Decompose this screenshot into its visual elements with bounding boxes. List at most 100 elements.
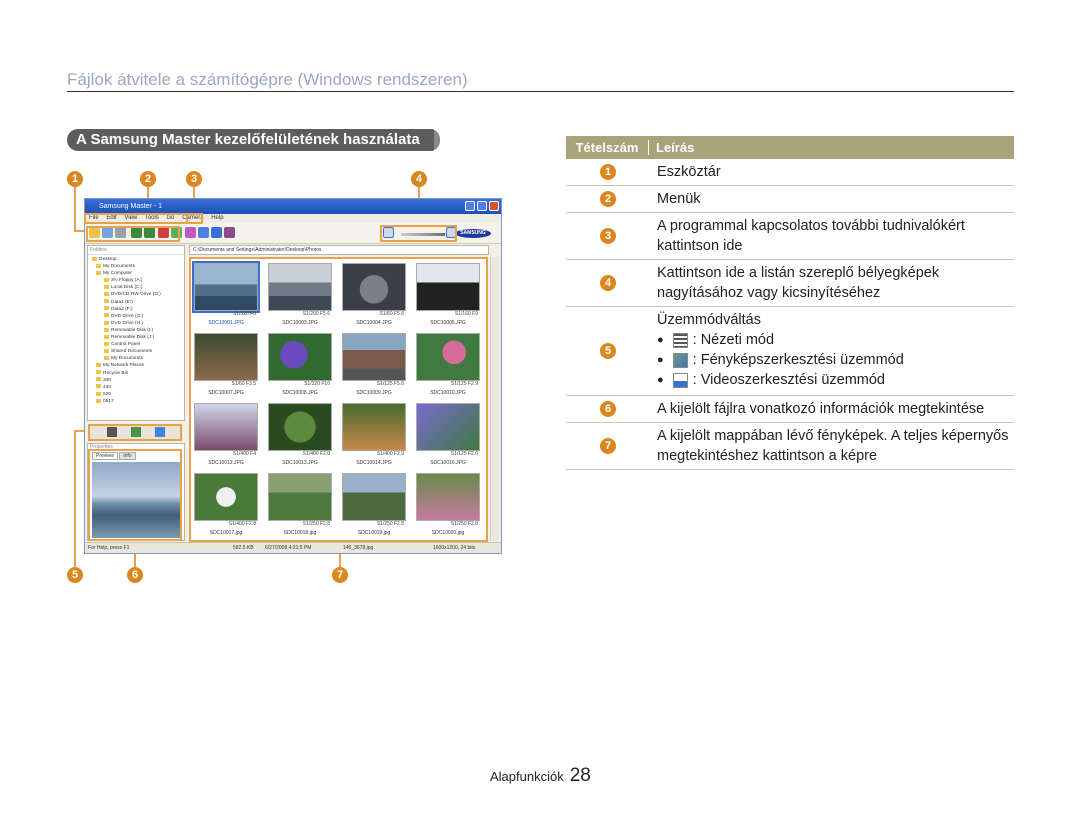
tree-item-label: Removable Disk (J:) (111, 335, 155, 341)
tree-item[interactable]: DVD Drive (G:) (90, 313, 184, 320)
tree-item-label: Local Disk (C:) (111, 285, 143, 291)
status-bar: For Help, press F1 582.5 KB 6/27/2008 4:… (85, 542, 501, 553)
callout-6: 6 (127, 567, 143, 583)
folder-icon (96, 384, 101, 389)
header-separator (648, 140, 649, 155)
tree-item-label: My Documents (111, 356, 143, 362)
status-dims: 1600x1200, 24 bits (433, 545, 476, 551)
tree-item[interactable]: Local Disk (C:) (90, 284, 184, 291)
page-header-title: Fájlok átvitele a számítógépre (Windows … (67, 70, 468, 89)
callout-2: 2 (140, 171, 156, 187)
folder-icon (96, 377, 101, 382)
tree-item-label: Shared Documents (111, 349, 153, 355)
tree-item[interactable]: Data1 (E:) (90, 299, 184, 306)
tree-item[interactable]: Removable Disk (I:) (90, 327, 184, 334)
table-row: 7 A kijelölt mappában lévő fényképek. A … (566, 423, 1014, 470)
section-title: A Samsung Master kezelőfelületének haszn… (67, 129, 440, 151)
table-header: Tételszám Leírás (566, 136, 1014, 159)
close-icon[interactable] (489, 201, 499, 211)
tree-item[interactable]: 3½ Floppy (A:) (90, 277, 184, 284)
table-row: 6 A kijelölt fájlra vonatkozó információ… (566, 396, 1014, 423)
maximize-icon[interactable] (477, 201, 487, 211)
folder-icon (96, 398, 101, 403)
folder-icon (104, 356, 109, 361)
header-rule (67, 91, 1014, 92)
highlight-mode-switch (88, 424, 182, 441)
tree-item[interactable]: 430 (90, 384, 184, 391)
table-row: 2 Menük (566, 186, 1014, 213)
bullet: ● (657, 374, 664, 386)
tree-item-label: Data1 (E:) (111, 299, 133, 305)
tree-item[interactable]: Recycle Bin (90, 370, 184, 377)
tree-item[interactable]: DVD/CD-RW Drive (D:) (90, 291, 184, 298)
mode-label-video: : Videoszerkesztési üzemmód (692, 372, 886, 388)
thumbnail-scrollbar[interactable] (490, 257, 499, 541)
tree-item[interactable]: My Computer (90, 270, 184, 277)
tree-item-label: 430 (103, 384, 112, 390)
status-size: 582.5 KB (233, 545, 254, 551)
minimize-icon[interactable] (465, 201, 475, 211)
window-titlebar: Samsung Master - 1 (85, 199, 501, 214)
window-title: Samsung Master - 1 (99, 203, 163, 210)
tree-item-label: DVD Drive (H:) (111, 320, 143, 326)
tree-item[interactable]: 0517 (90, 398, 184, 405)
folder-icon (104, 320, 109, 325)
folder-icon (104, 341, 109, 346)
samsung-logo[interactable]: SAMSUNG (455, 229, 491, 238)
header-description: Leírás (656, 140, 695, 155)
slideshow-icon[interactable] (211, 227, 222, 238)
tree-item[interactable]: My Documents (90, 355, 184, 362)
folders-label: Folders (88, 246, 184, 255)
folder-icon (92, 256, 97, 261)
mode-label-view: : Nézeti mód (692, 332, 775, 348)
page-footer: Alapfunkciók 28 (490, 765, 591, 787)
list-icon[interactable] (224, 227, 235, 238)
tree-item-label: 330 (103, 377, 112, 383)
highlight-menus (84, 213, 188, 224)
leader-line-5 (74, 430, 76, 567)
menu-help[interactable]: Help (211, 215, 223, 221)
callout-1: 1 (67, 171, 83, 187)
highlight-help (186, 213, 203, 224)
tree-item[interactable]: Desktop (90, 256, 184, 263)
callout-5: 5 (67, 567, 83, 583)
web-icon[interactable] (198, 227, 209, 238)
highlight-thumbnails (189, 257, 488, 542)
tree-item[interactable]: My Documents (90, 263, 184, 270)
folder-tree: Desktop My Documents My Computer 3½ Floppy … (88, 255, 184, 405)
status-help: For Help, press F1 (88, 545, 130, 551)
path-bar[interactable]: C:\Documents and Settings\Administrator\… (189, 245, 489, 255)
row-description: Eszköztár (657, 164, 721, 180)
status-date: 6/27/2008 4:21:5 PM (265, 545, 312, 551)
footer-label: Alapfunkciók (490, 769, 564, 784)
tree-item[interactable]: 330 (90, 377, 184, 384)
row-description: A kijelölt mappában lévő fényképek. A te… (657, 428, 1009, 464)
tree-item[interactable]: Removable Disk (J:) (90, 334, 184, 341)
mode-line-view: ● : Nézeti mód (657, 330, 1014, 350)
row-number-badge: 5 (600, 343, 616, 359)
bullet: ● (657, 334, 664, 346)
tree-item[interactable]: DVD Drive (H:) (90, 320, 184, 327)
tree-item[interactable]: Control Panel (90, 341, 184, 348)
highlight-preview (88, 449, 182, 541)
row-description-block: Üzemmódváltás ● : Nézeti mód ● : Fénykép… (657, 307, 1014, 393)
folder-icon (104, 306, 109, 311)
header-item-number: Tételszám (575, 140, 639, 155)
tree-item-label: Removable Disk (I:) (111, 327, 154, 333)
tree-item[interactable]: Data2 (F:) (90, 306, 184, 313)
mode-line-video: ● : Videoszerkesztési üzemmód (657, 370, 1014, 390)
table-row: 5 Üzemmódváltás ● : Nézeti mód ● : Fényk… (566, 307, 1014, 396)
row-description: Kattintson ide a listán szereplő bélyegk… (657, 265, 940, 301)
folder-icon (104, 285, 109, 290)
row-number-badge: 3 (600, 228, 616, 244)
tree-item[interactable]: 520 (90, 391, 184, 398)
folder-icon (96, 391, 101, 396)
tree-item-label: 520 (103, 391, 112, 397)
email-icon[interactable] (185, 227, 196, 238)
legend-table: Tételszám Leírás 1 Eszköztár 2 Menük 3 A… (566, 136, 1014, 470)
tree-item[interactable]: Shared Documents (90, 348, 184, 355)
tree-item[interactable]: My Network Places (90, 362, 184, 369)
folder-icon (104, 299, 109, 304)
row-number-badge: 7 (600, 438, 616, 454)
tree-item-label: 3½ Floppy (A:) (111, 278, 143, 284)
